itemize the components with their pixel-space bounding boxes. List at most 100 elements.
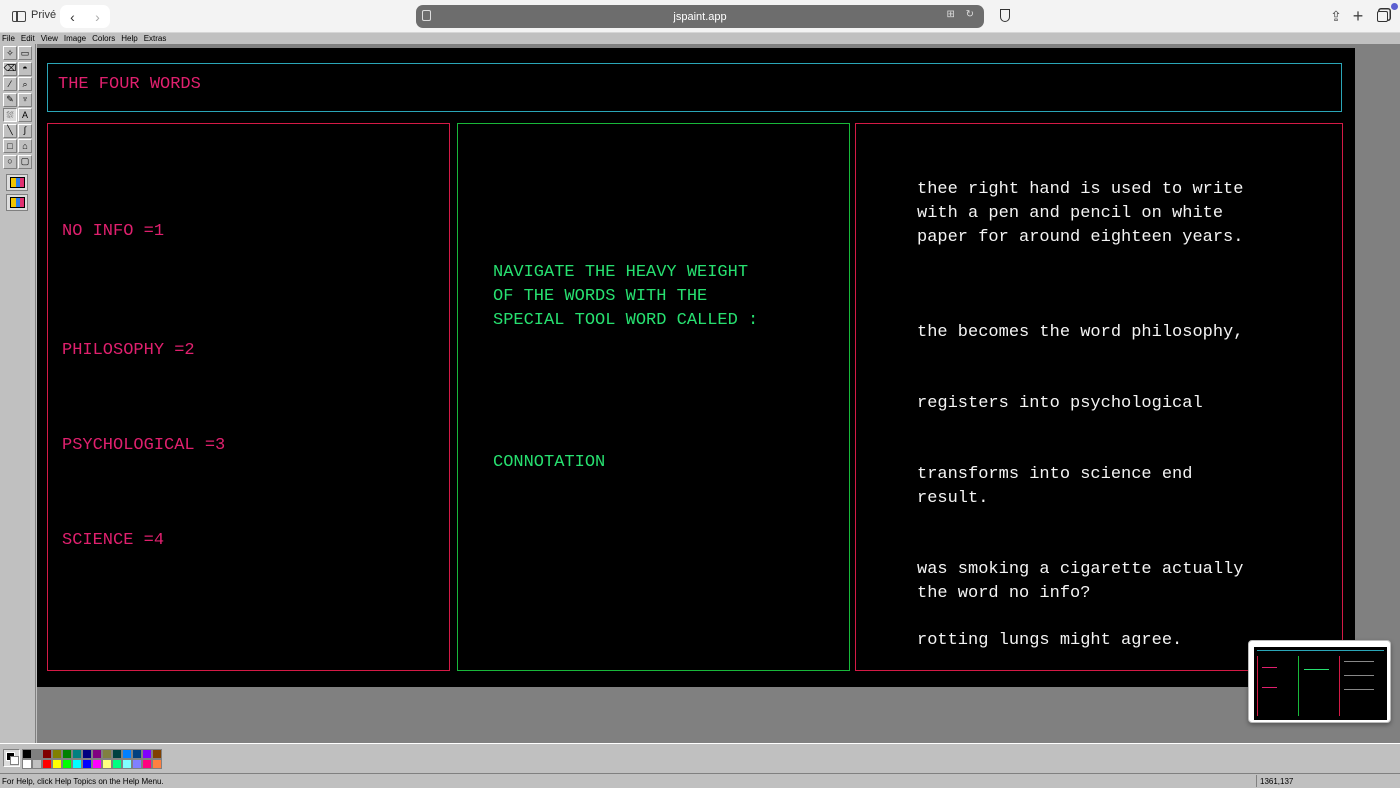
color-swatch[interactable] [122,749,132,759]
menu-file[interactable]: File [2,34,15,43]
color-swatch[interactable] [62,749,72,759]
color-swatch[interactable] [42,759,52,769]
title-box: THE FOUR WORDS [47,63,1342,112]
ellipse-icon[interactable]: ○ [3,154,17,169]
rectangle-icon[interactable]: □ [3,139,17,153]
workspace: THE FOUR WORDS NO INFO =1 PHILOSOPHY =2 … [37,44,1400,743]
color-swatch[interactable] [142,749,152,759]
middle-panel: NAVIGATE THE HEAVY WEIGHT OF THE WORDS W… [457,123,850,671]
menu-colors[interactable]: Colors [92,34,115,43]
shield-icon[interactable] [1000,9,1010,22]
middle-word: CONNOTATION [493,453,606,472]
thumbnail-green-line [1304,669,1329,670]
thumbnail-pink-line [1262,667,1277,668]
status-help-text: For Help, click Help Topics on the Help … [2,777,164,786]
url-text: jspaint.app [673,10,727,23]
back-icon[interactable]: ‹ [70,9,75,25]
text-icon[interactable]: A [18,108,32,122]
color-swatch[interactable] [32,759,42,769]
right-paragraph: thee right hand is used to write with a … [917,180,1244,247]
menu-view[interactable]: View [41,34,58,43]
color-swatch[interactable] [102,759,112,769]
thumbnail-left-border [1257,656,1258,716]
tool-box: ✧ ▭ ⌫ ◓ ⁄ ⌕ ✎ ♆ ⛆ A ╲ ∫ □ ⌂ ○ ▢ [0,44,36,743]
menu-bar: File Edit View Image Colors Help Extras [0,33,1400,44]
airbrush-icon[interactable]: ⛆ [3,108,17,122]
canvas-title: THE FOUR WORDS [58,75,201,94]
free-select-icon[interactable]: ✧ [3,46,17,60]
color-swatch[interactable] [122,759,132,769]
tab-overview-icon[interactable] [1374,7,1390,26]
browser-toolbar: Privé ‹ › jspaint.app ⊞ ↻ ⇪ + [0,0,1400,33]
tool-option-opaque-icon[interactable] [6,174,28,191]
color-swatch[interactable] [82,759,92,769]
eraser-icon[interactable]: ⌫ [3,61,17,76]
drawing-canvas[interactable]: THE FOUR WORDS NO INFO =1 PHILOSOPHY =2 … [37,48,1355,687]
color-swatch[interactable] [72,759,82,769]
forward-icon[interactable]: › [95,9,100,25]
left-item-philosophy: PHILOSOPHY =2 [62,341,195,360]
color-palette-bar [0,743,1400,773]
notification-dot [1391,3,1398,10]
color-swatch[interactable] [32,749,42,759]
color-swatch[interactable] [112,749,122,759]
menu-help[interactable]: Help [121,34,137,43]
color-swatch[interactable] [142,759,152,769]
thumbnail-text-line [1344,675,1374,676]
menu-image[interactable]: Image [64,34,86,43]
tool-grid: ✧ ▭ ⌫ ◓ ⁄ ⌕ ✎ ♆ ⛆ A ╲ ∫ □ ⌂ ○ ▢ [3,46,33,170]
thumbnail-pink-line [1262,687,1277,688]
color-swatch[interactable] [52,759,62,769]
page-settings-icon[interactable] [422,10,431,21]
left-item-science: SCIENCE =4 [62,531,165,550]
thumbnail-right-border [1339,656,1340,716]
color-swatch[interactable] [82,749,92,759]
fill-bucket-icon[interactable]: ◓ [18,61,32,76]
color-picker-icon[interactable]: ⁄ [3,77,17,91]
menu-edit[interactable]: Edit [21,34,35,43]
left-item-no-info: NO INFO =1 [62,222,165,241]
color-swatch[interactable] [112,759,122,769]
right-paragraph: was smoking a cigarette actually the wor… [917,560,1244,603]
color-swatches [22,749,162,769]
color-swatch[interactable] [132,749,142,759]
color-swatch[interactable] [152,749,162,759]
left-item-psychological: PSYCHOLOGICAL =3 [62,436,226,455]
left-panel: NO INFO =1 PHILOSOPHY =2 PSYCHOLOGICAL =… [47,123,450,671]
share-icon[interactable]: ⇪ [1328,7,1344,26]
reload-icon[interactable]: ⊞ ↻ [946,9,978,20]
color-swatch[interactable] [62,759,72,769]
magnifier-icon[interactable]: ⌕ [18,77,32,91]
status-bar: For Help, click Help Topics on the Help … [0,773,1400,788]
color-swatch[interactable] [52,749,62,759]
new-tab-icon[interactable]: + [1350,6,1366,26]
tool-option-transparent-icon[interactable] [6,194,28,211]
status-coordinates: 1361,137 [1256,775,1316,787]
brush-icon[interactable]: ♆ [18,92,32,107]
color-swatch[interactable] [152,759,162,769]
rect-select-icon[interactable]: ▭ [18,46,32,60]
color-swatch[interactable] [72,749,82,759]
color-swatch[interactable] [22,749,32,759]
thumbnail-text-line [1344,661,1374,662]
canvas-thumbnail[interactable] [1248,640,1391,723]
curve-icon[interactable]: ∫ [18,123,32,138]
rounded-rect-icon[interactable]: ▢ [18,154,32,169]
menu-extras[interactable]: Extras [144,34,167,43]
color-swatch[interactable] [92,759,102,769]
color-swatch[interactable] [92,749,102,759]
color-swatch[interactable] [22,759,32,769]
current-colors[interactable] [3,749,20,767]
sidebar-toggle-icon[interactable] [10,7,28,26]
pencil-icon[interactable]: ✎ [3,92,17,107]
right-paragraph: rotting lungs might agree. [917,631,1183,650]
address-bar[interactable]: jspaint.app ⊞ ↻ [416,5,984,28]
line-icon[interactable]: ╲ [3,123,17,138]
color-swatch[interactable] [132,759,142,769]
color-swatch[interactable] [102,749,112,759]
thumbnail-mid-border [1298,656,1299,716]
color-swatch[interactable] [42,749,52,759]
background-color [10,756,19,765]
right-panel: thee right hand is used to write with a … [855,123,1343,671]
polygon-icon[interactable]: ⌂ [18,139,32,153]
